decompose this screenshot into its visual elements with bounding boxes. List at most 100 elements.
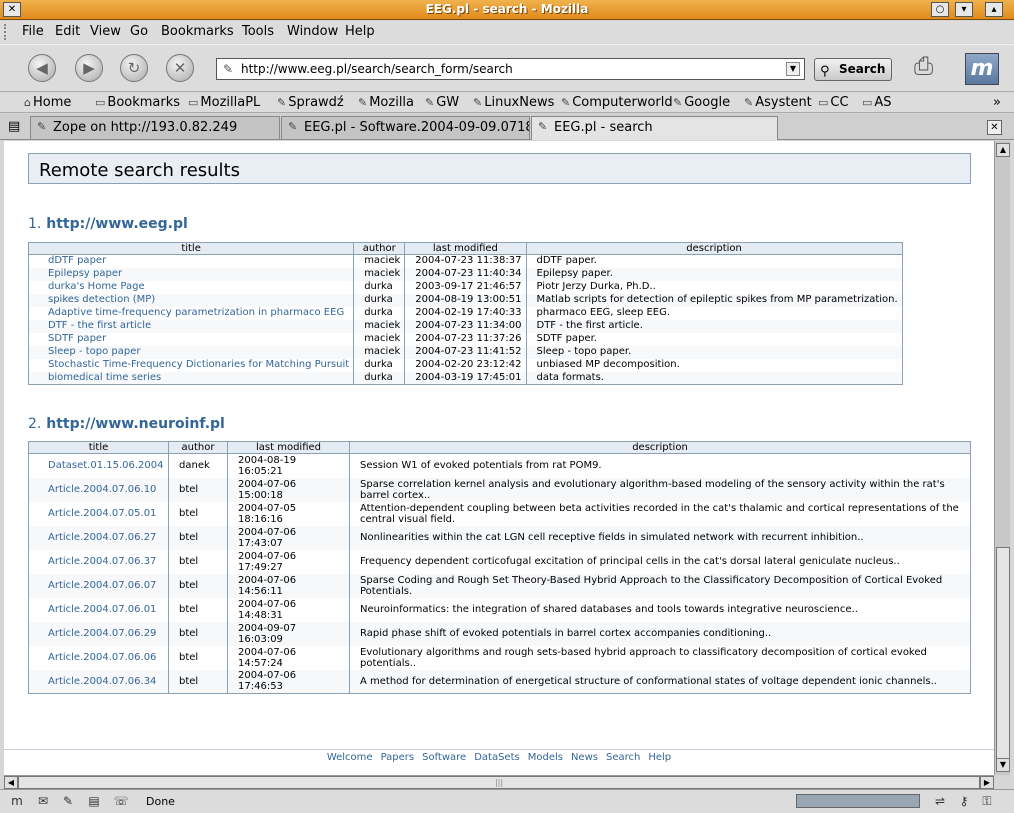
result-title[interactable]: Dataset.01.15.06.2004 (28, 453, 169, 478)
footer-link-news[interactable]: News (571, 752, 598, 763)
scroll-up-arrow-icon[interactable]: ▲ (996, 143, 1010, 157)
vertical-scroll-thumb[interactable] (996, 547, 1010, 761)
mozilla-icon[interactable]: m (8, 794, 26, 809)
bookmark-sprawdz[interactable]: ✎ Sprawdź (277, 95, 344, 110)
print-icon[interactable]: ⎙ (914, 52, 954, 86)
cookie-icon[interactable]: ⚷ (955, 794, 973, 809)
chat-icon[interactable]: ☏ (112, 794, 130, 809)
result-title-link[interactable]: Stochastic Time-Frequency Dictionaries f… (48, 359, 349, 370)
result-title-link[interactable]: Article.2004.07.06.37 (48, 556, 156, 567)
footer-link-software[interactable]: Software (422, 752, 466, 763)
search-button[interactable]: ⚲ Search (814, 58, 892, 81)
tab-search[interactable]: ✎ EEG.pl - search (531, 116, 778, 140)
result-title-link[interactable]: Article.2004.07.06.01 (48, 604, 156, 615)
result-title-link[interactable]: Epilepsy paper (48, 268, 122, 279)
reload-button[interactable]: ↻ (120, 54, 148, 82)
result-title[interactable]: Epilepsy paper (27, 267, 355, 281)
result-title[interactable]: spikes detection (MP) (27, 293, 355, 307)
result-title-link[interactable]: spikes detection (MP) (48, 294, 155, 305)
result-title[interactable]: Article.2004.07.06.06 (28, 645, 169, 670)
result-title[interactable]: durka's Home Page (27, 280, 355, 294)
result-title[interactable]: Article.2004.07.06.37 (28, 549, 169, 574)
menu-window[interactable]: Window (287, 24, 338, 39)
menu-bookmarks[interactable]: Bookmarks (161, 24, 234, 39)
result-title-link[interactable]: Adaptive time-frequency parametrization … (48, 307, 344, 318)
result-title[interactable]: SDTF paper (27, 332, 355, 346)
security-lock-icon[interactable]: ⚿ (978, 794, 996, 809)
result-title[interactable]: DTF - the first article (27, 319, 355, 333)
mail-icon[interactable]: ✉ (34, 794, 52, 809)
scroll-right-arrow-icon[interactable]: ▶ (980, 776, 994, 789)
result-title-link[interactable]: Article.2004.07.06.06 (48, 652, 156, 663)
bookmark-asystent[interactable]: ✎ Asystent (744, 95, 812, 110)
result-title-link[interactable]: Article.2004.07.06.29 (48, 628, 156, 639)
result-title-link[interactable]: dDTF paper (48, 255, 106, 266)
bookmark-computerworld[interactable]: ✎ Computerworld (561, 95, 673, 110)
menu-file[interactable]: File (22, 24, 44, 39)
bookmark-google[interactable]: ✎ Google (673, 95, 730, 110)
stop-button[interactable]: ✕ (166, 54, 194, 82)
bookmark-cc-folder[interactable]: ▭ CC (818, 95, 849, 110)
mozilla-logo-icon[interactable]: m (965, 53, 999, 85)
footer-link-welcome[interactable]: Welcome (327, 752, 373, 763)
vertical-scrollbar[interactable]: ▲ ▼ (994, 141, 1010, 775)
tab-zope[interactable]: ✎ Zope on http://193.0.82.249 (30, 116, 280, 139)
address-book-icon[interactable]: ▤ (85, 794, 103, 809)
result-title[interactable]: Sleep - topo paper (27, 345, 355, 359)
scroll-down-arrow-icon[interactable]: ▼ (996, 758, 1010, 772)
result-title-link[interactable]: SDTF paper (48, 333, 106, 344)
result-title[interactable]: biomedical time series (27, 371, 355, 385)
result-title-link[interactable]: durka's Home Page (48, 281, 145, 292)
result-title[interactable]: Article.2004.07.06.27 (28, 525, 169, 550)
bookmark-gw[interactable]: ✎ GW (425, 95, 459, 110)
scroll-left-arrow-icon[interactable]: ◀ (4, 776, 18, 789)
menu-help[interactable]: Help (345, 24, 375, 39)
result-title[interactable]: Article.2004.07.06.29 (28, 621, 169, 646)
url-history-dropdown[interactable]: ▼ (786, 62, 800, 76)
result-title-link[interactable]: Article.2004.07.06.10 (48, 484, 156, 495)
footer-link-help[interactable]: Help (648, 752, 671, 763)
result-title[interactable]: Article.2004.07.05.01 (28, 501, 169, 526)
result-title[interactable]: Article.2004.07.06.01 (28, 597, 169, 622)
footer-link-datasets[interactable]: DataSets (474, 752, 520, 763)
result-title-link[interactable]: Sleep - topo paper (48, 346, 141, 357)
site-link-eeg[interactable]: http://www.eeg.pl (46, 216, 188, 232)
footer-link-models[interactable]: Models (528, 752, 563, 763)
result-title[interactable]: Article.2004.07.06.34 (28, 669, 169, 694)
result-title[interactable]: dDTF paper (27, 254, 355, 268)
bookmark-mozilla[interactable]: ✎ Mozilla (358, 95, 414, 110)
site-link-neuroinf[interactable]: http://www.neuroinf.pl (46, 416, 225, 432)
page-proxy-icon[interactable]: ✎ (223, 62, 233, 76)
maximize-button[interactable]: ▴ (985, 2, 1003, 17)
bookmark-mozillapl-folder[interactable]: ▭ MozillaPL (188, 95, 260, 110)
menu-go[interactable]: Go (130, 24, 148, 39)
bookmark-as-folder[interactable]: ▭ AS (862, 95, 892, 110)
bookmark-bookmarks-folder[interactable]: ▭ Bookmarks (95, 95, 180, 110)
result-title[interactable]: Article.2004.07.06.07 (28, 573, 169, 598)
menu-tools[interactable]: Tools (242, 24, 274, 39)
tab-software[interactable]: ✎ EEG.pl - Software.2004-09-09.0718 (281, 116, 530, 139)
online-status-icon[interactable]: ⇌ (928, 794, 952, 809)
close-tab-icon[interactable]: ✕ (987, 120, 1002, 135)
minimize-button[interactable]: ○ (931, 2, 949, 17)
shade-button[interactable]: ▾ (955, 2, 973, 17)
forward-button[interactable]: ▶ (75, 54, 103, 82)
result-title-link[interactable]: Article.2004.07.05.01 (48, 508, 156, 519)
bookmarks-overflow-chevron-icon[interactable]: » (993, 95, 1001, 110)
bookmark-home[interactable]: ⌂ Home (24, 95, 71, 110)
horizontal-scroll-thumb[interactable]: ||| (18, 776, 980, 789)
footer-link-papers[interactable]: Papers (381, 752, 415, 763)
menu-view[interactable]: View (90, 24, 121, 39)
result-title-link[interactable]: biomedical time series (48, 372, 161, 383)
back-button[interactable]: ◀ (28, 54, 56, 82)
horizontal-scrollbar[interactable]: ◀ ||| ▶ (4, 775, 994, 789)
result-title[interactable]: Stochastic Time-Frequency Dictionaries f… (27, 358, 355, 372)
composer-icon[interactable]: ✎ (59, 794, 77, 809)
new-tab-icon[interactable]: ▤ (8, 119, 24, 135)
result-title-link[interactable]: Dataset.01.15.06.2004 (48, 460, 164, 471)
result-title[interactable]: Article.2004.07.06.10 (28, 477, 169, 502)
result-title-link[interactable]: DTF - the first article (48, 320, 151, 331)
menu-edit[interactable]: Edit (55, 24, 80, 39)
footer-link-search[interactable]: Search (606, 752, 640, 763)
result-title-link[interactable]: Article.2004.07.06.07 (48, 580, 156, 591)
